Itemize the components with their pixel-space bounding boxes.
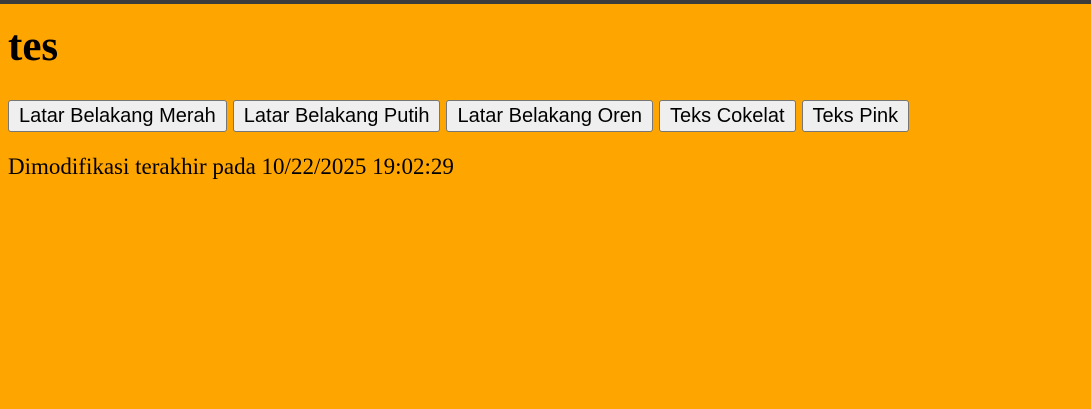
brown-text-button[interactable]: Teks Cokelat — [659, 100, 796, 132]
orange-background-button[interactable]: Latar Belakang Oren — [446, 100, 654, 132]
red-background-button[interactable]: Latar Belakang Merah — [8, 100, 227, 132]
page-title: tes — [8, 23, 59, 70]
white-background-button[interactable]: Latar Belakang Putih — [232, 100, 441, 132]
last-modified-text: Dimodifikasi terakhir pada 10/22/2025 19… — [8, 154, 454, 179]
button-row: Latar Belakang Merah Latar Belakang Puti… — [8, 100, 1083, 132]
pink-text-button[interactable]: Teks Pink — [801, 100, 910, 132]
page-content: tes Latar Belakang Merah Latar Belakang … — [0, 4, 1091, 180]
